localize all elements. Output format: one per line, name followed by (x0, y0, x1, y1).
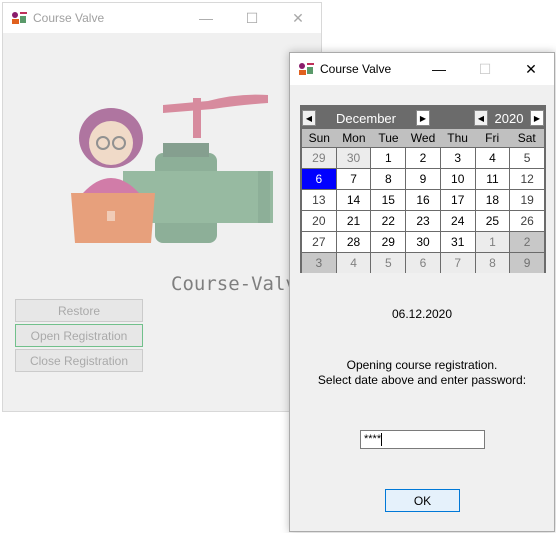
app-icon (12, 12, 27, 24)
close-button[interactable]: ✕ (508, 53, 554, 85)
day-cell[interactable]: 6 (406, 253, 440, 273)
day-cell[interactable]: 13 (302, 190, 336, 210)
prev-year-button[interactable]: ◀ (474, 110, 488, 126)
day-cell[interactable]: 11 (475, 169, 510, 189)
background-window: Course Valve — ☐ ✕ Course-Valve Restore … (2, 2, 322, 412)
day-cell[interactable]: 1 (371, 148, 406, 168)
course-valve-dialog: Course Valve — ☐ ✕ ◀ December ▶ ◀ 2020 ▶… (289, 52, 555, 532)
weekday-label: Thu (447, 131, 468, 145)
app-icon (299, 63, 314, 75)
day-cell[interactable]: 25 (475, 211, 510, 231)
weekday-label: Tue (378, 131, 399, 145)
ok-button[interactable]: OK (385, 489, 460, 512)
weekday-label: Sat (517, 131, 536, 145)
day-cell[interactable]: 9 (406, 169, 440, 189)
day-cell[interactable]: 15 (371, 190, 406, 210)
password-value: **** (364, 433, 382, 445)
selected-date-text: 06.12.2020 (391, 307, 453, 321)
day-cell[interactable]: 27 (302, 232, 336, 252)
weekday-label: Wed (410, 131, 436, 145)
weekday-label: Sun (308, 131, 330, 145)
day-cell[interactable]: 10 (440, 169, 475, 189)
window-title: Course Valve (320, 62, 392, 76)
day-cell[interactable]: 22 (371, 211, 406, 231)
day-cell[interactable]: 29 (371, 232, 406, 252)
title-bar[interactable]: Course Valve — ☐ ✕ (3, 3, 321, 33)
open-registration-button[interactable]: Open Registration (15, 324, 143, 347)
day-cell[interactable]: 18 (475, 190, 510, 210)
day-cell[interactable]: 3 (440, 148, 475, 168)
calendar-header: ◀ December ▶ ◀ 2020 ▶ (302, 107, 544, 129)
day-cell[interactable]: 14 (336, 190, 371, 210)
day-cell[interactable]: 17 (440, 190, 475, 210)
next-year-button[interactable]: ▶ (530, 110, 544, 126)
day-cell[interactable]: 2 (510, 232, 544, 252)
next-month-button[interactable]: ▶ (416, 110, 430, 126)
minimize-button[interactable]: — (183, 3, 229, 33)
day-cell[interactable]: 23 (406, 211, 440, 231)
year-label[interactable]: 2020 (488, 111, 530, 126)
maximize-button: ☐ (478, 60, 492, 77)
close-registration-button[interactable]: Close Registration (15, 349, 143, 372)
day-cell[interactable]: 7 (336, 169, 371, 189)
day-cell[interactable]: 5 (510, 148, 544, 168)
day-cell[interactable]: 4 (475, 148, 510, 168)
day-cell[interactable]: 24 (440, 211, 475, 231)
day-cell[interactable]: 9 (510, 253, 544, 273)
day-cell[interactable]: 19 (510, 190, 544, 210)
message-line-1: Opening course registration. (346, 358, 498, 372)
weekday-label: Fri (485, 131, 500, 145)
day-cell[interactable]: 31 (440, 232, 475, 252)
day-cell[interactable]: 26 (510, 211, 544, 231)
day-cell[interactable]: 12 (510, 169, 544, 189)
day-cell[interactable]: 8 (371, 169, 406, 189)
day-cell[interactable]: 4 (336, 253, 371, 273)
prev-month-button[interactable]: ◀ (302, 110, 316, 126)
day-cell[interactable]: 29 (302, 148, 336, 168)
day-cell[interactable]: 21 (336, 211, 371, 231)
day-cell[interactable]: 3 (302, 253, 336, 273)
day-cell[interactable]: 30 (406, 232, 440, 252)
day-cell[interactable]: 1 (475, 232, 510, 252)
text-caret (381, 432, 383, 446)
message-line-2: Select date above and enter password: (317, 373, 527, 387)
day-cell[interactable]: 5 (371, 253, 406, 273)
month-label[interactable]: December (316, 111, 416, 126)
day-cell[interactable]: 30 (336, 148, 371, 168)
close-button[interactable]: ✕ (275, 3, 321, 33)
day-cell[interactable]: 8 (475, 253, 510, 273)
calendar: ◀ December ▶ ◀ 2020 ▶ Sun Mon Tue Wed Th… (300, 105, 546, 273)
minimize-button[interactable]: — (416, 53, 462, 85)
restore-button[interactable]: Restore (15, 299, 143, 322)
client-area: Course-Valve Restore Open Registration C… (3, 33, 321, 411)
day-cell[interactable]: 20 (302, 211, 336, 231)
day-cell[interactable]: 28 (336, 232, 371, 252)
maximize-button[interactable]: ☐ (229, 3, 275, 33)
title-bar[interactable]: Course Valve — ☐ ✕ (290, 53, 554, 85)
course-valve-illustration (71, 94, 273, 243)
day-cell-selected[interactable]: 6 (302, 169, 336, 189)
instruction-message: Opening course registration. Select date… (290, 358, 554, 388)
weekday-label: Mon (342, 131, 366, 145)
day-grid: 29 30 1 2 3 4 5 6 7 8 9 10 11 12 13 14 1… (302, 148, 544, 273)
weekday-header: Sun Mon Tue Wed Thu Fri Sat (302, 129, 544, 147)
day-cell[interactable]: 16 (406, 190, 440, 210)
day-cell[interactable]: 2 (406, 148, 440, 168)
day-cell[interactable]: 7 (440, 253, 475, 273)
password-field[interactable]: **** (360, 430, 485, 449)
brand-text: Course-Valve (171, 273, 309, 295)
window-title: Course Valve (33, 11, 105, 25)
